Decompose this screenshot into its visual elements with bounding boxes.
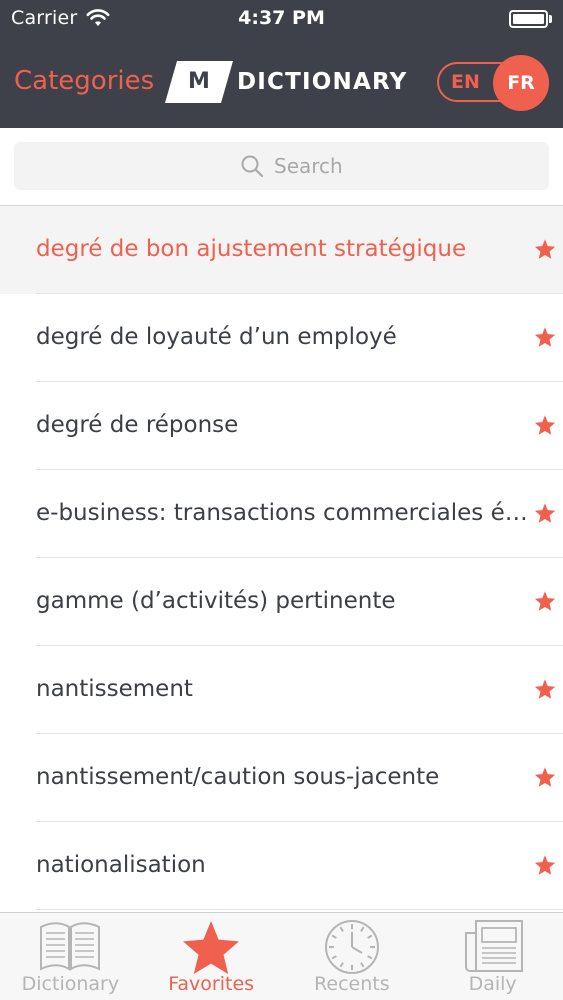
favorite-star-icon[interactable] (534, 766, 556, 788)
favorite-star-icon[interactable] (534, 854, 556, 876)
navigation-bar: Categories M DICTIONARY EN FR (0, 40, 563, 128)
tab-label: Dictionary (21, 973, 120, 995)
tab-recents[interactable]: Recents (282, 913, 423, 1000)
tab-daily[interactable]: Daily (422, 913, 563, 1000)
list-item[interactable]: gamme (d’activités) pertinente (0, 558, 563, 646)
term-label: degré de réponse (36, 412, 239, 438)
row-divider (36, 909, 563, 910)
app-logo: M DICTIONARY (165, 60, 407, 104)
logo-wordmark: DICTIONARY (237, 69, 408, 95)
language-toggle[interactable]: EN FR (437, 55, 549, 111)
favorites-list: degré de bon ajustement stratégique degré… (0, 206, 563, 912)
favorite-star-icon[interactable] (534, 590, 556, 612)
tab-bar: Dictionary Favorites Recents Daily (0, 912, 563, 1000)
list-item[interactable]: e-business: transactions commerciales él… (0, 470, 563, 558)
term-label: nantissement (36, 676, 193, 702)
list-item[interactable]: degré de loyauté d’un employé (0, 294, 563, 382)
favorite-star-icon[interactable] (534, 678, 556, 700)
lang-option-fr[interactable]: FR (493, 55, 549, 111)
term-label: gamme (d’activités) pertinente (36, 588, 396, 614)
star-icon (183, 921, 240, 974)
list-item[interactable]: nantissement/caution sous-jacente (0, 734, 563, 822)
battery-icon (509, 10, 552, 28)
status-bar: Carrier 4:37 PM (0, 0, 563, 40)
lang-option-en[interactable]: EN (451, 64, 480, 100)
term-label: nantissement/caution sous-jacente (36, 764, 440, 790)
logo-letter: M (188, 69, 210, 94)
logo-badge: M (165, 61, 233, 103)
book-icon (40, 922, 101, 971)
tab-label: Favorites (168, 973, 255, 995)
app-header: Carrier 4:37 PM Categories M DICTIONARY … (0, 0, 563, 128)
list-item[interactable]: degré de bon ajustement stratégique (0, 206, 563, 294)
favorite-star-icon[interactable] (534, 326, 556, 348)
list-item[interactable]: nantissement (0, 646, 563, 734)
favorite-star-icon[interactable] (534, 414, 556, 436)
term-label: nationalisation (36, 852, 206, 878)
clock-icon (324, 920, 379, 974)
term-label: degré de bon ajustement stratégique (36, 236, 467, 262)
tab-favorites[interactable]: Favorites (141, 913, 282, 1000)
list-item[interactable]: nationalisation (0, 822, 563, 910)
tab-dictionary[interactable]: Dictionary (0, 913, 141, 1000)
term-label: e-business: transactions commerciales él… (36, 500, 530, 526)
tab-label: Recents (314, 973, 390, 995)
search-input[interactable] (274, 142, 534, 190)
list-item[interactable]: degré de réponse (0, 382, 563, 470)
favorite-star-icon[interactable] (534, 238, 556, 260)
search-icon (241, 155, 264, 178)
status-time: 4:37 PM (238, 7, 325, 29)
term-label: degré de loyauté d’un employé (36, 324, 397, 350)
tab-label: Daily (468, 973, 517, 995)
search-box[interactable] (14, 142, 549, 190)
newspaper-icon (464, 920, 523, 972)
categories-button[interactable]: Categories (14, 66, 154, 96)
search-area (0, 128, 563, 206)
favorite-star-icon[interactable] (534, 502, 556, 524)
